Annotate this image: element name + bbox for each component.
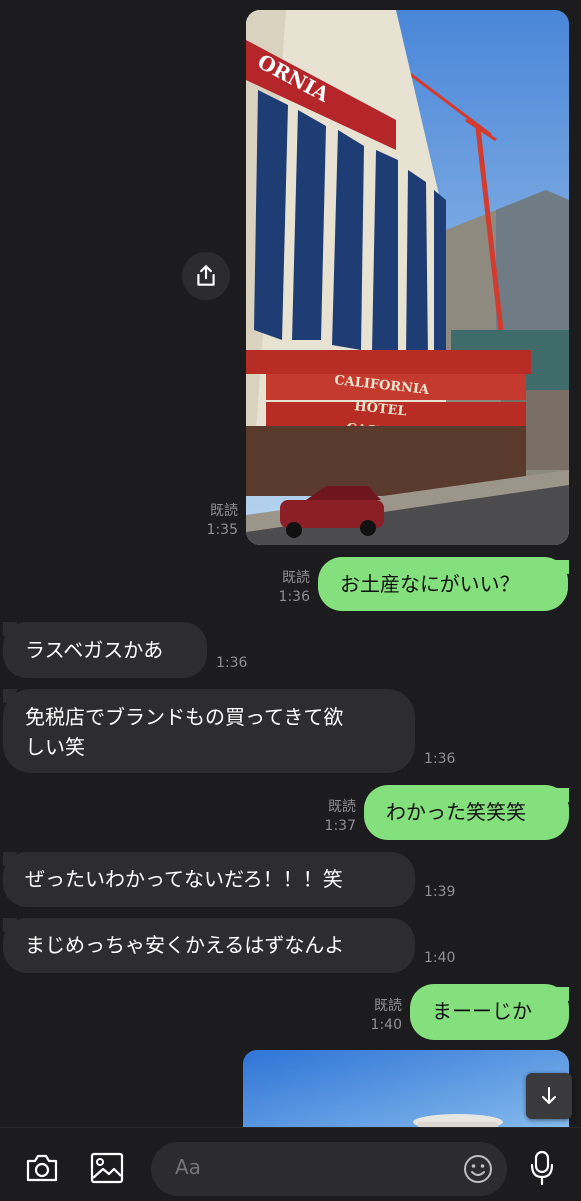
share-icon [197,265,215,286]
outgoing-message[interactable]: わかった笑笑笑 [364,785,569,840]
message-input[interactable] [175,1155,435,1179]
read-receipt: 既読 [282,570,310,586]
gallery-button[interactable] [87,1148,127,1188]
arrow-down-icon [542,1087,556,1104]
emoji-icon [464,1155,492,1183]
voice-button[interactable] [522,1146,562,1190]
message-composer-bar [0,1127,581,1201]
timestamp: 1:39 [424,884,456,900]
message-line: 免税店でブランドもの買ってきて欲 [25,705,344,729]
timestamp: 1:40 [370,1017,402,1033]
timestamp: 1:36 [278,589,310,605]
message-line: しい笑 [25,735,85,759]
incoming-message[interactable]: 免税店でブランドもの買ってきて欲 しい笑 [3,689,415,773]
message-input-container[interactable] [151,1142,507,1196]
photo-message-1[interactable]: ORNIA CALIFORNIA HOTEL CASINO [246,10,569,545]
read-receipt: 既読 [210,503,238,519]
incoming-message[interactable]: ラスベガスかあ [3,622,207,678]
timestamp: 1:36 [216,655,248,671]
scroll-to-bottom-button[interactable] [526,1073,572,1119]
hotel-photo: ORNIA CALIFORNIA HOTEL CASINO [246,10,569,545]
outgoing-message[interactable]: まーーじか [410,984,569,1040]
camera-button[interactable] [22,1148,62,1188]
image-icon [90,1152,124,1184]
timestamp: 1:37 [324,818,356,834]
incoming-message[interactable]: まじめっちゃ安くかえるはずなんよ [3,918,415,973]
incoming-message[interactable]: ぜったいわかってないだろ！！！笑 [3,852,415,907]
camera-icon [26,1154,58,1182]
microphone-icon [530,1150,554,1186]
timestamp: 1:40 [424,950,456,966]
timestamp: 1:35 [206,522,238,538]
timestamp: 1:36 [424,751,456,767]
read-receipt: 既読 [374,998,402,1014]
read-receipt: 既読 [328,799,356,815]
share-button[interactable] [182,252,230,300]
emoji-button[interactable] [461,1152,495,1186]
outgoing-message[interactable]: お土産なにがいい？ [318,557,568,611]
